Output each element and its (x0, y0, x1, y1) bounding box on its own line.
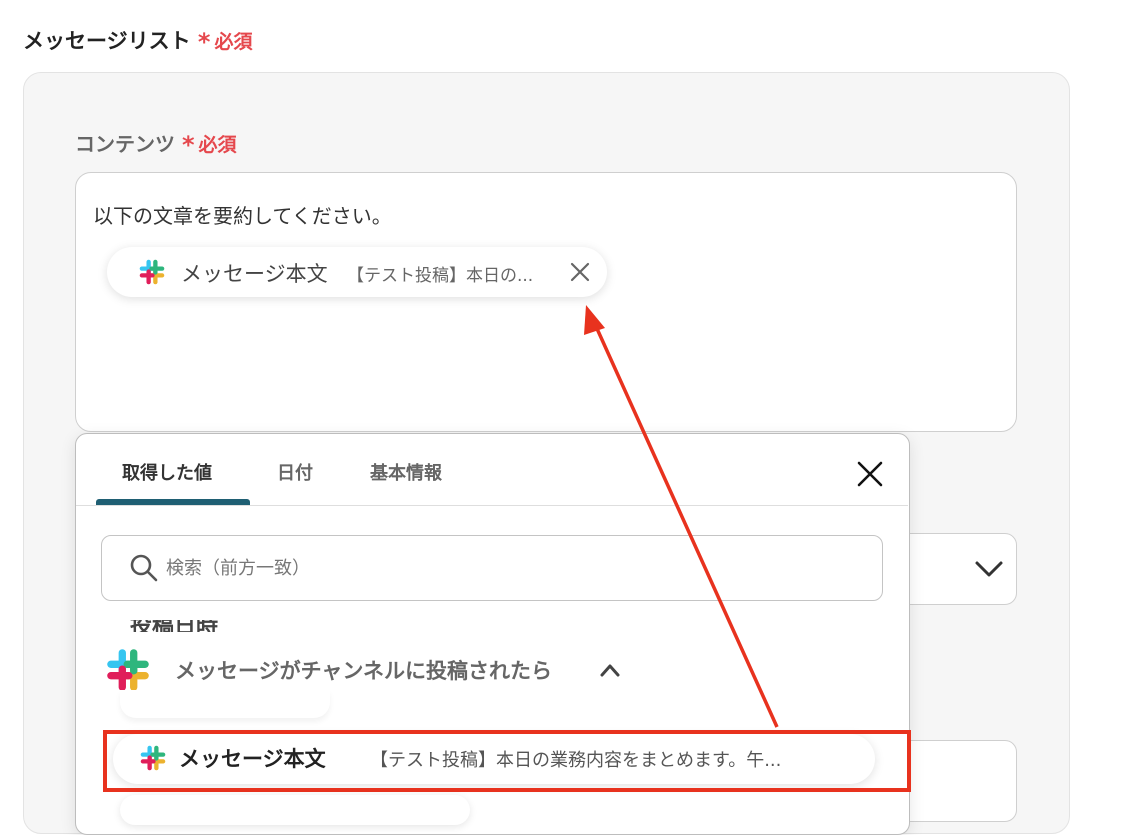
content-label-text: コンテンツ (75, 132, 175, 156)
list-item[interactable] (120, 795, 470, 825)
tab-divider (76, 505, 908, 506)
group-title: メッセージがチャンネルに投稿されたら (175, 659, 552, 683)
tab-acquired-values[interactable]: 取得した値 (122, 459, 212, 485)
chip-remove-icon[interactable] (567, 259, 593, 285)
search-icon (130, 554, 158, 582)
chip-label: メッセージ本文 (181, 262, 328, 286)
field-label: メッセージリスト * 必須 (23, 25, 252, 56)
search-input[interactable] (166, 553, 866, 583)
tab-date[interactable]: 日付 (277, 459, 313, 485)
list-item: 投稿日時 (130, 620, 310, 632)
close-icon[interactable] (852, 456, 888, 492)
field-label-text: メッセージリスト (23, 29, 191, 53)
content-text: 以下の文章を要約してください。 (93, 204, 392, 228)
chevron-up-icon[interactable] (598, 660, 622, 680)
slack-icon (107, 649, 149, 691)
chevron-down-icon[interactable] (972, 555, 1006, 583)
highlight-box (103, 730, 911, 792)
slack-icon (139, 259, 165, 285)
chip-value: 【テスト投稿】本日の... (347, 266, 534, 286)
required-text: 必須 (214, 31, 253, 53)
tab-basic-info[interactable]: 基本情報 (370, 459, 442, 485)
list-item (120, 690, 330, 718)
required-marker: * 必須 (197, 28, 253, 56)
required-text: 必須 (198, 134, 237, 156)
content-label: コンテンツ * 必須 (75, 128, 237, 159)
list-item-label: 投稿日時 (130, 620, 310, 632)
required-marker: * 必須 (181, 131, 237, 159)
active-tab-indicator (96, 499, 250, 505)
